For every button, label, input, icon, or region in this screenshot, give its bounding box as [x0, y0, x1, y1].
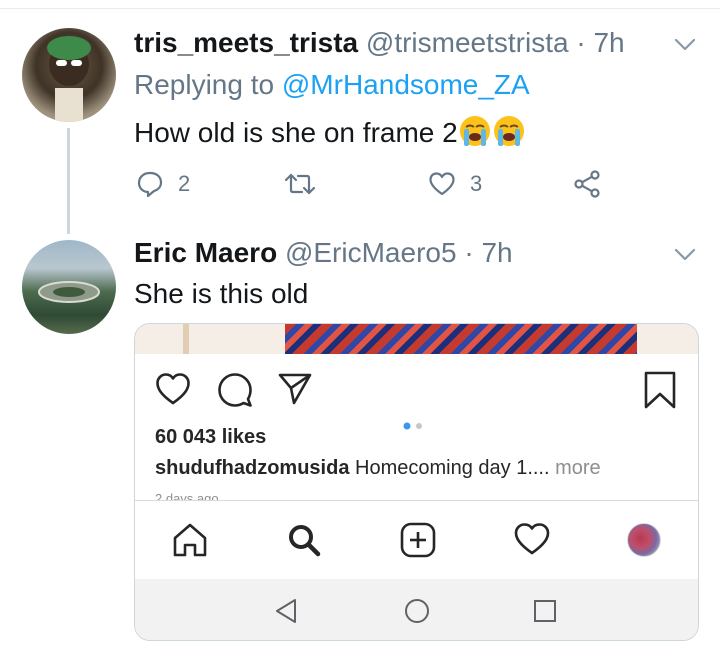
caption-username[interactable]: shudufhadzomusida — [155, 457, 349, 479]
back-icon[interactable] — [273, 597, 301, 625]
retweet-action[interactable] — [284, 168, 330, 200]
android-navigation-bar — [135, 579, 698, 640]
replying-handle-link[interactable]: @MrHandsome_ZA — [282, 69, 530, 100]
reply-count: 2 — [178, 171, 191, 196]
post-time: 2 days ago — [155, 492, 219, 500]
photo-fabric — [285, 324, 637, 354]
send-icon[interactable] — [277, 372, 313, 406]
search-icon[interactable] — [285, 521, 323, 559]
display-name[interactable]: tris_meets_trista — [134, 27, 358, 58]
more-link[interactable]: more — [555, 457, 601, 479]
post-actions — [135, 360, 698, 430]
replying-to: Replying to @MrHandsome_ZA — [134, 68, 530, 102]
handle[interactable]: @EricMaero5 — [285, 237, 457, 268]
share-action[interactable] — [572, 168, 602, 200]
tweet-text: How old is she on frame 2 — [134, 114, 526, 150]
share-icon — [574, 170, 600, 198]
like-action[interactable]: 3 — [428, 168, 482, 200]
timestamp[interactable]: 7h — [481, 237, 512, 268]
carousel-indicator — [403, 422, 422, 430]
tweet-header: tris_meets_trista @trismeetstrista · 7h — [134, 26, 625, 60]
display-name[interactable]: Eric Maero — [134, 237, 277, 268]
heart-icon[interactable] — [155, 372, 191, 406]
profile-avatar[interactable] — [627, 523, 661, 557]
reply-icon — [137, 171, 163, 198]
loudly-crying-face-icon — [459, 116, 490, 146]
caption-text: Homecoming day 1.... — [355, 457, 550, 479]
tweet-text-body: How old is she on frame 2 — [134, 117, 458, 148]
separator: · — [576, 27, 586, 58]
retweet-icon — [284, 173, 316, 195]
chevron-down-icon[interactable] — [674, 38, 696, 52]
like-count: 3 — [470, 171, 483, 196]
avatar[interactable] — [22, 28, 116, 122]
avatar-photo — [47, 36, 91, 122]
reply-action[interactable]: 2 — [136, 168, 190, 200]
bookmark-icon[interactable] — [643, 370, 677, 410]
replying-prefix: Replying to — [134, 69, 275, 100]
avatar[interactable] — [22, 240, 116, 334]
post-caption: shudufhadzomusida Homecoming day 1.... m… — [155, 457, 601, 480]
post-photo — [135, 324, 698, 354]
chevron-down-icon[interactable] — [674, 248, 696, 262]
tweet-text-body: She is this old — [134, 278, 309, 309]
likes-count[interactable]: 60 043 likes — [155, 426, 266, 449]
add-post-icon[interactable] — [399, 521, 437, 559]
photo-detail — [183, 324, 189, 354]
timestamp[interactable]: 7h — [593, 27, 624, 58]
separator: · — [464, 237, 474, 268]
tweet-header: Eric Maero @EricMaero5 · 7h — [134, 236, 513, 270]
thread-line — [67, 128, 70, 234]
activity-icon[interactable] — [513, 521, 551, 557]
home-icon[interactable] — [171, 521, 209, 559]
handle[interactable]: @trismeetstrista — [366, 27, 569, 58]
recents-icon[interactable] — [531, 597, 559, 625]
instagram-bottom-nav — [135, 501, 698, 579]
tweet-text: She is this old — [134, 277, 308, 311]
comment-icon[interactable] — [217, 372, 253, 408]
attached-image[interactable]: 60 043 likes shudufhadzomusida Homecomin… — [134, 323, 699, 641]
top-divider — [0, 8, 720, 9]
like-icon — [429, 172, 455, 196]
avatar-photo — [38, 281, 100, 303]
loudly-crying-face-icon — [493, 116, 524, 146]
home-circle-icon[interactable] — [403, 597, 431, 625]
